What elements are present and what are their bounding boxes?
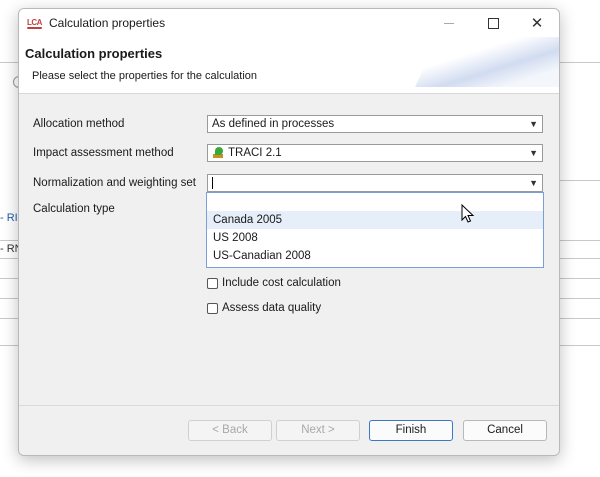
button-bar: < Back Next > Finish Cancel	[19, 405, 559, 455]
mouse-pointer-icon	[461, 204, 475, 223]
dropdown-option[interactable]: Canada 2005	[207, 211, 543, 229]
minimize-button[interactable]	[427, 9, 471, 37]
background-divider	[0, 318, 18, 319]
chevron-down-icon: ▼	[529, 119, 538, 129]
background-divider	[0, 62, 18, 63]
background-divider	[558, 345, 600, 346]
background-divider	[0, 345, 18, 346]
background-divider	[0, 240, 18, 241]
page-description: Please select the properties for the cal…	[32, 70, 258, 82]
background-divider	[558, 62, 600, 63]
maximize-button[interactable]	[471, 9, 515, 37]
next-button[interactable]: Next >	[276, 420, 360, 441]
background-divider	[558, 278, 600, 279]
minimize-icon	[444, 22, 454, 24]
title-bar[interactable]: LCA Calculation properties ✕	[19, 9, 559, 37]
window-title: Calculation properties	[49, 16, 166, 30]
chevron-down-icon: ▼	[529, 148, 538, 158]
dropdown-option[interactable]: US 2008	[207, 229, 543, 247]
wizard-header: Calculation properties Please select the…	[19, 37, 559, 94]
background-divider	[558, 258, 600, 259]
impact-method-select[interactable]: TRACI 2.1 ▼	[207, 144, 543, 162]
include-cost-checkbox-row[interactable]: Include cost calculation	[207, 276, 341, 290]
background-divider	[558, 298, 600, 299]
background-divider	[558, 240, 600, 241]
maximize-icon	[487, 17, 499, 29]
app-logo-icon: LCA	[27, 18, 42, 29]
normalization-dropdown-list: Canada 2005 US 2008 US-Canadian 2008	[206, 192, 544, 268]
assess-quality-checkbox[interactable]	[207, 302, 218, 314]
allocation-method-label: Allocation method	[33, 118, 125, 130]
text-caret	[212, 177, 213, 189]
normalization-label: Normalization and weighting set	[33, 177, 197, 189]
close-icon: ✕	[530, 15, 544, 32]
traci-leaf-icon	[212, 147, 224, 159]
background-divider	[558, 318, 600, 319]
background-divider	[0, 278, 18, 279]
include-cost-checkbox[interactable]	[207, 277, 218, 289]
background-divider	[0, 258, 18, 259]
cancel-button[interactable]: Cancel	[463, 420, 547, 441]
impact-method-value: TRACI 2.1	[228, 147, 282, 159]
impact-method-label: Impact assessment method	[33, 147, 174, 159]
allocation-method-select[interactable]: As defined in processes ▼	[207, 115, 543, 133]
include-cost-label: Include cost calculation	[222, 277, 341, 289]
background-divider	[0, 298, 18, 299]
calculation-type-label: Calculation type	[33, 203, 115, 215]
page-title: Calculation properties	[25, 46, 163, 61]
finish-button[interactable]: Finish	[369, 420, 453, 441]
chevron-down-icon: ▼	[529, 178, 538, 188]
assess-quality-checkbox-row[interactable]: Assess data quality	[207, 301, 321, 315]
header-decoration	[415, 37, 559, 87]
dropdown-option[interactable]: US-Canadian 2008	[207, 247, 543, 265]
normalization-select[interactable]: ▼	[207, 174, 543, 192]
close-button[interactable]: ✕	[515, 9, 559, 37]
assess-quality-label: Assess data quality	[222, 302, 322, 314]
background-tree-item: - RI	[0, 212, 18, 224]
background-divider	[558, 180, 600, 181]
allocation-method-value: As defined in processes	[212, 118, 335, 130]
back-button[interactable]: < Back	[188, 420, 272, 441]
